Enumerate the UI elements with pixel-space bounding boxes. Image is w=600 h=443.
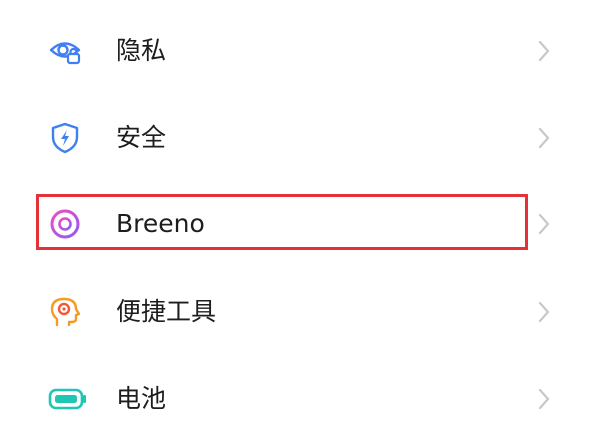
- security-shield-icon: [48, 121, 82, 155]
- settings-item-label: 电池: [116, 384, 167, 413]
- chevron-right-icon: [536, 300, 552, 324]
- settings-item-battery[interactable]: 电池: [0, 355, 600, 443]
- settings-item-security[interactable]: 安全: [0, 94, 600, 182]
- chevron-right-icon: [536, 39, 552, 63]
- settings-item-breeno[interactable]: Breeno: [0, 181, 600, 269]
- settings-item-label: 安全: [116, 123, 167, 152]
- battery-icon: [48, 382, 88, 416]
- chevron-right-icon: [536, 126, 552, 150]
- privacy-eye-lock-icon: [48, 34, 82, 68]
- settings-item-privacy[interactable]: 隐私: [0, 7, 600, 95]
- settings-list: 隐私 安全 Breeno 便捷工具 电池: [0, 0, 600, 420]
- settings-item-label: 便捷工具: [116, 297, 217, 326]
- convenience-tools-head-icon: [48, 295, 82, 329]
- settings-item-label: Breeno: [116, 209, 205, 238]
- chevron-right-icon: [536, 387, 552, 411]
- chevron-right-icon: [536, 212, 552, 236]
- settings-item-convenience-tools[interactable]: 便捷工具: [0, 268, 600, 356]
- breeno-ring-icon: [48, 207, 82, 241]
- settings-item-label: 隐私: [116, 36, 167, 65]
